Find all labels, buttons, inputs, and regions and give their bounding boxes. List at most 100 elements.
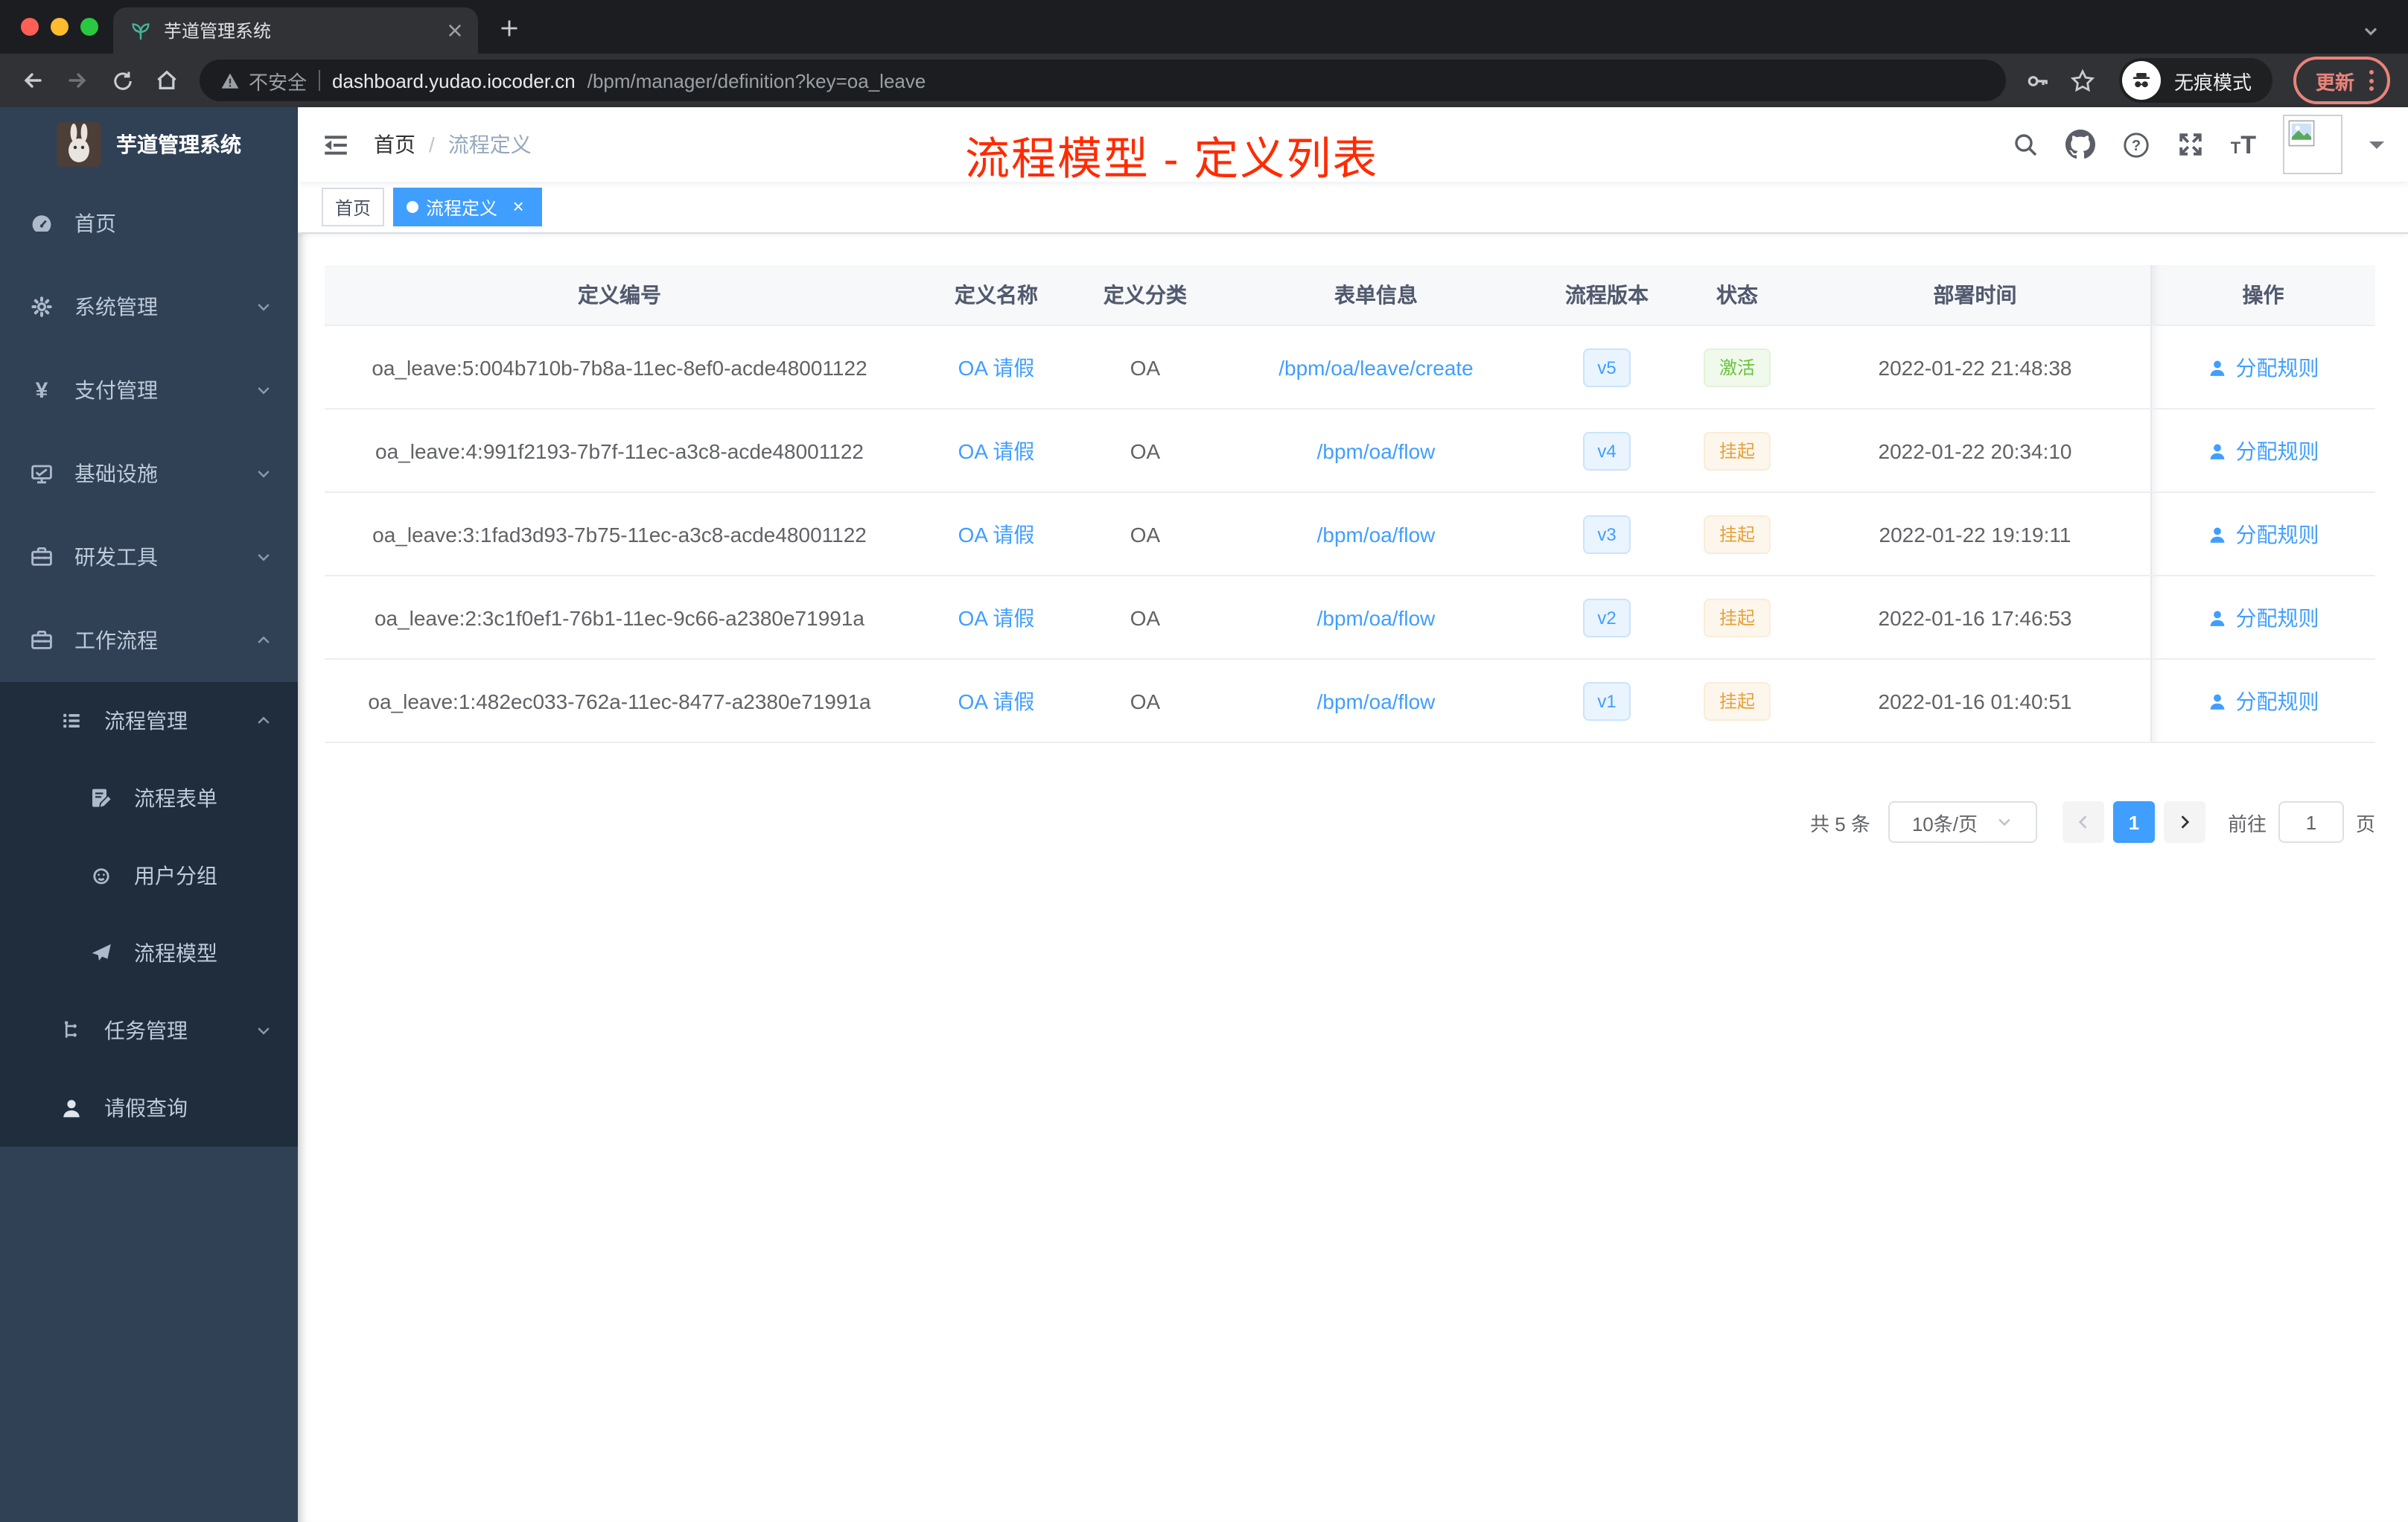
tab-search-chevron-icon[interactable] bbox=[2360, 21, 2381, 42]
app-title: 芋道管理系统 bbox=[116, 133, 241, 156]
sidebar-item-label: 研发工具 bbox=[74, 545, 158, 569]
incognito-icon bbox=[2121, 61, 2161, 100]
sidebar-item-home[interactable]: 首页 bbox=[0, 182, 298, 265]
sidebar-item-process-management[interactable]: 流程管理 bbox=[0, 682, 298, 760]
app-logo-row[interactable]: 芋道管理系统 bbox=[0, 107, 298, 182]
sidebar-item-label: 流程管理 bbox=[104, 709, 188, 733]
deploy-time: 2022-01-22 21:48:38 bbox=[1800, 325, 2150, 410]
workflow-submenu: 流程管理 流程表单 用户分组 流程模型 任务管理 请假查询 bbox=[0, 682, 298, 1147]
tab-title: 芋道管理系统 bbox=[164, 21, 272, 42]
avatar[interactable] bbox=[2283, 115, 2342, 174]
form-link[interactable]: /bpm/oa/flow bbox=[1317, 605, 1436, 629]
form-link[interactable]: /bpm/oa/flow bbox=[1317, 522, 1436, 546]
sidebar-item-task-management[interactable]: 任务管理 bbox=[0, 992, 298, 1069]
form-link[interactable]: /bpm/oa/leave/create bbox=[1278, 355, 1474, 379]
toolbox-icon bbox=[30, 545, 54, 569]
jump-suffix: 页 bbox=[2355, 812, 2375, 835]
prev-page-button[interactable] bbox=[2062, 801, 2104, 843]
page-number-current[interactable]: 1 bbox=[2112, 801, 2155, 843]
assign-rule-button[interactable]: 分配规则 bbox=[2208, 519, 2319, 549]
browser-tab[interactable]: 芋道管理系统 bbox=[113, 7, 478, 54]
yen-icon: ¥ bbox=[35, 378, 48, 403]
sidebar-item-user-group[interactable]: 用户分组 bbox=[0, 837, 298, 914]
assign-rule-button[interactable]: 分配规则 bbox=[2208, 436, 2319, 465]
sidebar-item-process-model[interactable]: 流程模型 bbox=[0, 914, 298, 992]
sidebar-item-system[interactable]: 系统管理 bbox=[0, 265, 298, 348]
password-key-icon[interactable] bbox=[2018, 60, 2060, 101]
tag-close-icon[interactable]: × bbox=[508, 197, 529, 217]
url-divider bbox=[319, 70, 321, 91]
definition-name-link[interactable]: OA 请假 bbox=[958, 689, 1035, 713]
reload-button[interactable] bbox=[101, 60, 143, 101]
new-tab-button[interactable] bbox=[490, 9, 529, 48]
sidebar: 芋道管理系统 首页 系统管理 ¥ 支付管理 基础设施 研发工具 工作流程 流程管… bbox=[0, 107, 298, 1522]
bookmark-star-icon[interactable] bbox=[2063, 60, 2104, 101]
tag-process-definition[interactable]: 流程定义 × bbox=[393, 188, 543, 226]
definition-name-link[interactable]: OA 请假 bbox=[958, 439, 1035, 462]
breadcrumb-separator: / bbox=[429, 133, 435, 156]
deploy-time: 2022-01-22 19:19:11 bbox=[1800, 492, 2150, 576]
tab-close-icon[interactable] bbox=[442, 19, 466, 42]
person-icon bbox=[2211, 526, 2225, 542]
update-label: 更新 bbox=[2315, 71, 2354, 93]
browser-menu-icon[interactable] bbox=[2369, 70, 2374, 91]
avatar-caret-icon[interactable] bbox=[2369, 141, 2384, 156]
maximize-window-button[interactable] bbox=[80, 18, 98, 36]
home-button[interactable] bbox=[146, 60, 188, 101]
breadcrumb-home[interactable]: 首页 bbox=[374, 130, 415, 159]
status-badge: 激活 bbox=[1704, 348, 1770, 386]
page-jumper: 前往 页 bbox=[2228, 801, 2375, 843]
font-size-icon[interactable]: TT bbox=[2231, 132, 2256, 157]
sidebar-item-devtools[interactable]: 研发工具 bbox=[0, 515, 298, 599]
update-button[interactable]: 更新 bbox=[2293, 57, 2390, 104]
minimize-window-button[interactable] bbox=[51, 18, 69, 36]
sidebar-item-label: 流程表单 bbox=[134, 786, 217, 810]
tag-label: 首页 bbox=[335, 197, 372, 218]
search-icon[interactable] bbox=[2012, 131, 2039, 158]
definition-category: OA bbox=[1078, 659, 1212, 743]
col-form-info: 表单信息 bbox=[1212, 265, 1540, 326]
navbar: 首页 / 流程定义 ? T T bbox=[298, 107, 2408, 182]
browser-toolbar: 不安全 dashboard.yudao.iocoder.cn /bpm/mana… bbox=[0, 54, 2408, 107]
sidebar-item-leave-query[interactable]: 请假查询 bbox=[0, 1069, 298, 1147]
assign-rule-button[interactable]: 分配规则 bbox=[2208, 686, 2319, 716]
definition-id: oa_leave:1:482ec033-762a-11ec-8477-a2380… bbox=[325, 659, 914, 743]
security-indicator[interactable]: 不安全 bbox=[220, 66, 307, 95]
sidebar-item-label: 首页 bbox=[74, 211, 116, 235]
assign-rule-button[interactable]: 分配规则 bbox=[2208, 602, 2319, 632]
form-link[interactable]: /bpm/oa/flow bbox=[1317, 689, 1436, 713]
jump-prefix: 前往 bbox=[2227, 812, 2267, 835]
status-badge: 挂起 bbox=[1704, 598, 1770, 637]
page-jump-input[interactable] bbox=[2278, 801, 2344, 843]
table-row: oa_leave:4:991f2193-7b7f-11ec-a3c8-acde4… bbox=[325, 409, 2375, 493]
next-page-button[interactable] bbox=[2163, 801, 2205, 843]
tag-home[interactable]: 首页 bbox=[322, 188, 385, 226]
definition-name-link[interactable]: OA 请假 bbox=[958, 522, 1035, 546]
col-process-version: 流程版本 bbox=[1540, 265, 1674, 326]
fullscreen-icon[interactable] bbox=[2177, 131, 2204, 158]
sidebar-item-workflow[interactable]: 工作流程 bbox=[0, 599, 298, 682]
close-window-button[interactable] bbox=[21, 18, 39, 36]
form-link[interactable]: /bpm/oa/flow bbox=[1317, 439, 1436, 462]
sidebar-item-process-form[interactable]: 流程表单 bbox=[0, 760, 298, 837]
sidebar-item-payment[interactable]: ¥ 支付管理 bbox=[0, 348, 298, 432]
sidebar-item-infra[interactable]: 基础设施 bbox=[0, 432, 298, 515]
definition-id: oa_leave:2:3c1f0ef1-76b1-11ec-9c66-a2380… bbox=[325, 576, 914, 660]
address-bar[interactable]: 不安全 dashboard.yudao.iocoder.cn /bpm/mana… bbox=[200, 60, 2006, 101]
table-row: oa_leave:5:004b710b-7b8a-11ec-8ef0-acde4… bbox=[325, 325, 2375, 410]
select-caret-icon bbox=[1998, 818, 2010, 827]
person-icon bbox=[2211, 443, 2225, 459]
page-size-select[interactable]: 10条/页 bbox=[1888, 801, 2037, 843]
window-controls bbox=[15, 0, 113, 54]
forward-button[interactable] bbox=[57, 60, 98, 101]
definition-name-link[interactable]: OA 请假 bbox=[958, 355, 1035, 379]
col-definition-id: 定义编号 bbox=[325, 265, 914, 326]
sidebar-fold-icon[interactable] bbox=[322, 130, 350, 159]
briefcase-icon bbox=[30, 628, 54, 652]
assign-rule-button[interactable]: 分配规则 bbox=[2208, 352, 2319, 382]
tree-icon bbox=[60, 1019, 83, 1042]
back-button[interactable] bbox=[12, 60, 54, 101]
help-icon[interactable]: ? bbox=[2122, 130, 2150, 159]
definition-name-link[interactable]: OA 请假 bbox=[958, 605, 1035, 629]
github-icon[interactable] bbox=[2065, 130, 2095, 159]
